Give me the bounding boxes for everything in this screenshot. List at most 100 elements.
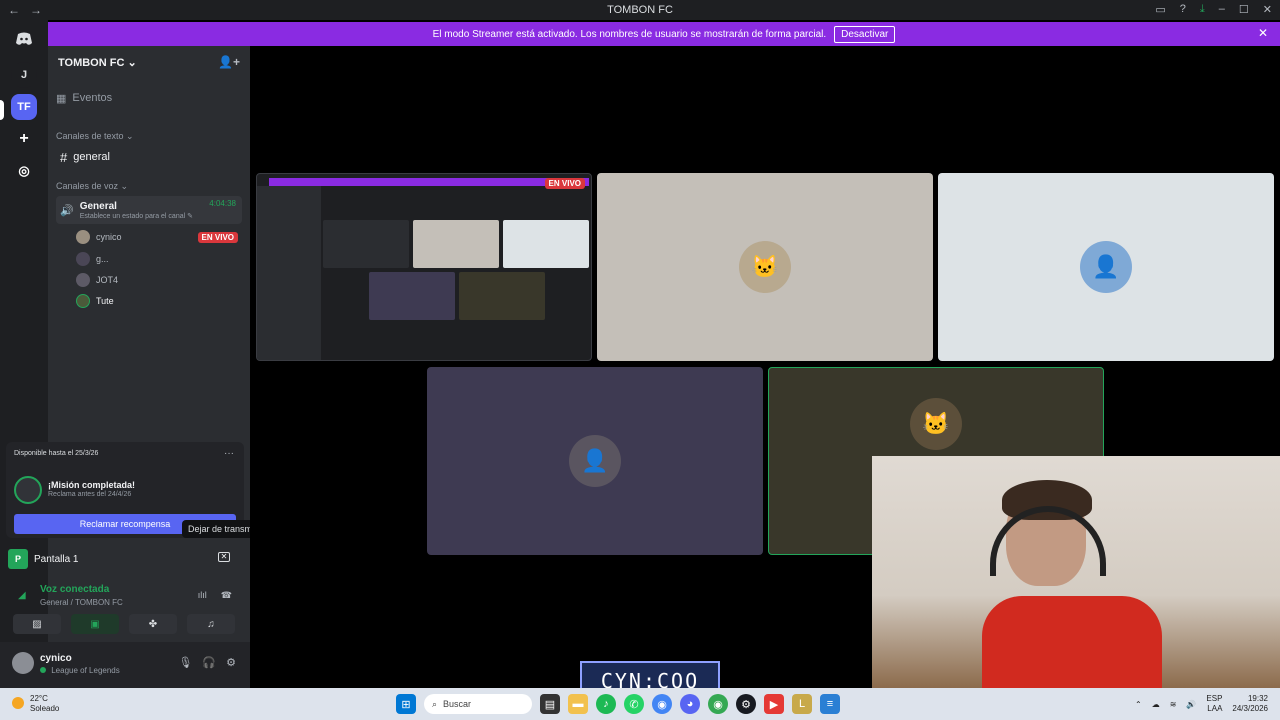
- stream-preview-tile: [369, 272, 455, 320]
- voice-channel-general[interactable]: 🔊 General Establece un estado para el ca…: [56, 196, 242, 224]
- avatar[interactable]: [12, 652, 34, 674]
- screen-share-icon: P: [8, 549, 28, 569]
- volume-icon[interactable]: 🔊: [1186, 700, 1196, 709]
- user-controls: 🎙 🎧 ⚙: [178, 656, 236, 669]
- text-channel-name: general: [73, 151, 110, 163]
- user-activity: League of Legends: [51, 666, 120, 675]
- inbox-icon[interactable]: ▭: [1155, 3, 1165, 16]
- stop-streaming-icon[interactable]: ✕: [218, 552, 230, 562]
- invite-people-icon[interactable]: 👤+: [218, 55, 240, 69]
- live-badge: EN VIVO: [197, 231, 238, 243]
- spotify-icon[interactable]: ♪: [596, 694, 616, 714]
- taskbar-search[interactable]: ⌕ Buscar: [424, 694, 532, 714]
- participant-tile-cynico[interactable]: 🐱: [597, 173, 933, 361]
- clock-time: 19:32: [1247, 694, 1268, 703]
- disconnect-icon[interactable]: ☎: [221, 590, 232, 601]
- server-tombon-fc[interactable]: TF: [11, 94, 37, 120]
- windows-start-icon[interactable]: ⊞: [396, 694, 416, 714]
- voice-user-name: g...: [96, 254, 109, 264]
- league-icon[interactable]: L: [792, 694, 812, 714]
- soundboard-icon[interactable]: ♫: [187, 614, 235, 634]
- more-options-icon[interactable]: ···: [224, 448, 234, 459]
- disable-streamer-button[interactable]: Desactivar: [834, 25, 896, 43]
- notepad-icon[interactable]: ≡: [820, 694, 840, 714]
- lang-top: ESP: [1206, 694, 1223, 703]
- server-j[interactable]: J: [11, 62, 37, 88]
- browser-icon[interactable]: ◉: [708, 694, 728, 714]
- clock[interactable]: 19:32 24/3/2026: [1232, 694, 1268, 714]
- whatsapp-icon[interactable]: ✆: [624, 694, 644, 714]
- server-header[interactable]: TOMBON FC ⌄ 👤+: [48, 46, 250, 78]
- voice-user-jot4[interactable]: JOT4: [76, 273, 238, 287]
- settings-gear-icon[interactable]: ⚙: [226, 656, 236, 669]
- headphones-icon[interactable]: 🎧: [202, 656, 216, 669]
- weather-desc: Soleado: [30, 704, 60, 713]
- voice-channel-status[interactable]: Establece un estado para el canal ✎: [80, 212, 193, 220]
- weather-widget[interactable]: 22°C Soleado: [12, 692, 59, 714]
- wifi-icon[interactable]: ≋: [1170, 700, 1177, 709]
- task-view-icon[interactable]: ▤: [540, 694, 560, 714]
- voice-user-cynico[interactable]: cynico EN VIVO: [76, 230, 238, 244]
- noise-suppression-icon[interactable]: ılıl: [198, 590, 207, 601]
- events-row[interactable]: ▦ Eventos: [56, 90, 242, 106]
- voice-user-tute[interactable]: Tute: [76, 294, 238, 308]
- discord-taskbar-icon[interactable]: ◕: [680, 694, 700, 714]
- stream-preview-banner: [269, 178, 589, 186]
- camera-off-icon[interactable]: ▨: [13, 614, 61, 634]
- stream-preview-tile: [413, 220, 499, 268]
- voice-connected-title[interactable]: Voz conectada: [40, 584, 109, 595]
- quest-subtitle: Reclama antes del 24/4/26: [48, 491, 132, 498]
- close-banner-icon[interactable]: ✕: [1258, 26, 1268, 40]
- stream-preview-tile: [459, 272, 545, 320]
- voice-user-name: Tute: [96, 296, 114, 306]
- live-badge: EN VIVO: [544, 178, 585, 189]
- streamer-webcam-overlay: [872, 456, 1280, 688]
- avatar: [76, 273, 90, 287]
- tray-chevron-icon[interactable]: ⌃: [1135, 700, 1142, 709]
- voice-category-label: Canales de voz ⌄: [56, 180, 129, 191]
- server-name: TOMBON FC ⌄: [58, 56, 137, 69]
- media-app-icon[interactable]: ▶: [764, 694, 784, 714]
- banner-text: El modo Streamer está activado. Los nomb…: [432, 28, 827, 40]
- calendar-icon: ▦: [56, 92, 67, 105]
- participant-tile-g[interactable]: 👤: [427, 367, 763, 555]
- stream-preview-sidebar: [257, 186, 321, 360]
- lang-bottom: LAA: [1207, 704, 1223, 713]
- explore-icon[interactable]: ◎: [11, 158, 37, 184]
- stream-tile[interactable]: EN VIVO: [256, 173, 592, 361]
- clock-date: 24/3/2026: [1232, 704, 1268, 713]
- username[interactable]: cynico: [40, 653, 72, 664]
- avatar: [76, 294, 90, 308]
- file-explorer-icon[interactable]: ▬: [568, 694, 588, 714]
- maximize-icon[interactable]: ☐: [1239, 3, 1249, 16]
- minimize-icon[interactable]: –: [1219, 3, 1225, 16]
- add-server-icon[interactable]: +: [11, 126, 37, 152]
- help-icon[interactable]: ?: [1180, 3, 1186, 16]
- cloud-icon[interactable]: ☁: [1152, 700, 1160, 709]
- discord-icon[interactable]: [11, 26, 37, 52]
- text-category[interactable]: Canales de texto ⌄: [56, 130, 242, 142]
- quest-reward-icon: [14, 476, 42, 504]
- avatar: [76, 230, 90, 244]
- selected-server-indicator: [0, 100, 4, 120]
- voice-stage: EN VIVO 🐱 👤 👤 🐱: [250, 46, 1280, 688]
- activities-icon[interactable]: ✤: [129, 614, 177, 634]
- participant-tile-jot4[interactable]: 👤: [938, 173, 1274, 361]
- channel-general-text[interactable]: # general: [56, 148, 242, 166]
- voice-timer: 4:04:38: [209, 199, 236, 208]
- speaker-icon: 🔊: [60, 204, 74, 217]
- microphone-icon[interactable]: 🎙: [178, 656, 192, 669]
- voice-category[interactable]: Canales de voz ⌄: [56, 180, 242, 192]
- voice-connected-panel: ◢ Voz conectada General / TOMBON FC ılıl…: [8, 580, 240, 612]
- download-icon[interactable]: ⤓: [1200, 3, 1205, 16]
- share-screen-icon[interactable]: ▣: [71, 614, 119, 634]
- close-window-icon[interactable]: ✕: [1263, 3, 1272, 16]
- chrome-icon[interactable]: ◉: [652, 694, 672, 714]
- signal-icon[interactable]: ◢: [18, 590, 26, 601]
- voice-connected-subtitle[interactable]: General / TOMBON FC: [40, 598, 123, 607]
- steam-icon[interactable]: ⚙: [736, 694, 756, 714]
- voice-user-g[interactable]: g...: [76, 252, 238, 266]
- language-indicator[interactable]: ESP LAA: [1206, 694, 1222, 714]
- events-label: Eventos: [72, 92, 113, 104]
- screen-share-row: P Pantalla 1 ✕: [8, 546, 240, 572]
